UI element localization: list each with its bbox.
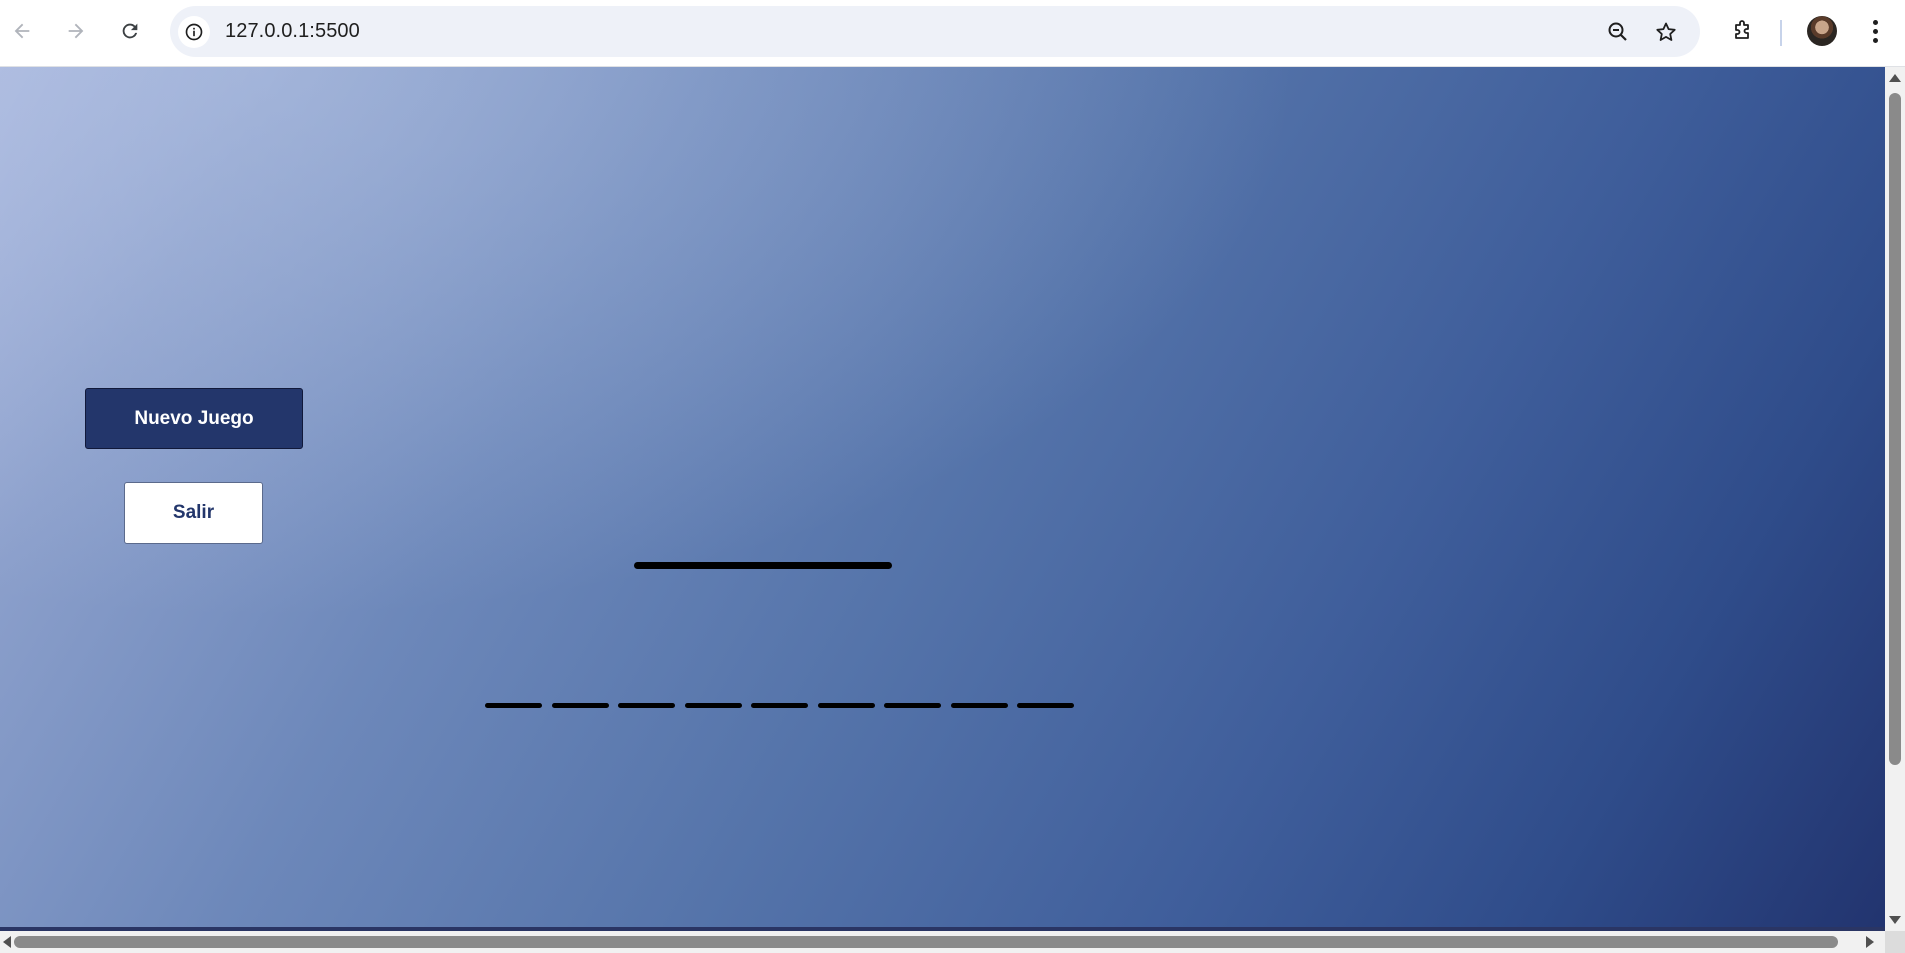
site-info-button[interactable]	[178, 16, 210, 48]
vertical-scrollbar[interactable]	[1885, 67, 1905, 931]
horizontal-scrollbar[interactable]	[0, 931, 1905, 953]
letter-slot	[618, 703, 675, 708]
bookmark-button[interactable]	[1653, 19, 1679, 45]
avatar[interactable]	[1807, 16, 1837, 46]
letter-slot	[817, 703, 875, 708]
info-icon	[185, 23, 203, 41]
scroll-left-arrow-icon[interactable]	[3, 936, 11, 948]
scroll-down-arrow-icon[interactable]	[1889, 916, 1901, 924]
letter-slot	[751, 703, 808, 708]
letter-slot	[485, 703, 542, 708]
toolbar-divider	[1780, 20, 1782, 46]
extensions-button[interactable]	[1727, 16, 1757, 46]
zoom-out-icon	[1608, 22, 1627, 41]
word-slots	[485, 703, 1084, 709]
scrollbar-corner	[1885, 931, 1905, 953]
back-button[interactable]	[7, 16, 37, 46]
vertical-scroll-thumb[interactable]	[1889, 93, 1901, 765]
puzzle-icon	[1735, 20, 1749, 39]
letter-slot	[884, 703, 941, 708]
new-game-button[interactable]: Nuevo Juego	[85, 388, 303, 449]
reload-button[interactable]	[115, 16, 145, 46]
url-text[interactable]: 127.0.0.1:5500	[225, 20, 360, 43]
browser-toolbar: 127.0.0.1:5500	[0, 0, 1905, 67]
zoom-button[interactable]	[1605, 19, 1631, 45]
forward-arrow-icon	[68, 23, 84, 39]
reload-icon	[122, 23, 138, 39]
back-arrow-icon	[14, 23, 30, 39]
letter-slot	[684, 703, 742, 708]
scroll-right-arrow-icon[interactable]	[1866, 936, 1874, 948]
kebab-menu-icon[interactable]	[1862, 16, 1888, 46]
game-page: Nuevo Juego Salir	[0, 67, 1885, 931]
letter-slot	[551, 703, 609, 708]
address-bar[interactable]: 127.0.0.1:5500	[170, 6, 1700, 57]
forward-button[interactable]	[61, 16, 91, 46]
gallows-base	[634, 562, 892, 569]
scroll-up-arrow-icon[interactable]	[1889, 74, 1901, 82]
star-icon	[1656, 22, 1676, 41]
letter-slot	[1017, 703, 1074, 708]
letter-slot	[950, 703, 1008, 708]
exit-button[interactable]: Salir	[124, 482, 263, 544]
horizontal-scroll-thumb[interactable]	[14, 936, 1838, 948]
